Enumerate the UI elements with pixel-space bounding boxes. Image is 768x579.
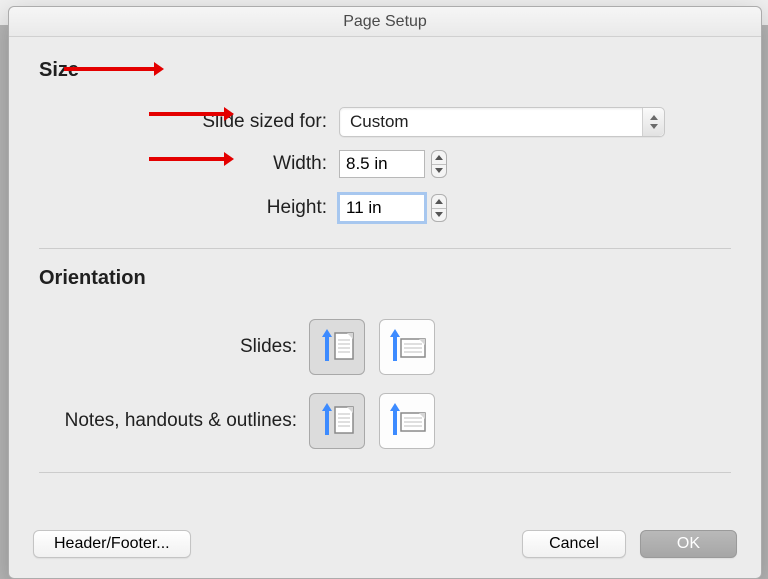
slide-sized-select[interactable]: Custom bbox=[339, 107, 665, 137]
height-stepper[interactable] bbox=[431, 194, 447, 222]
slide-sized-label: Slide sized for: bbox=[39, 111, 339, 133]
height-row: Height: bbox=[39, 186, 731, 230]
cancel-button[interactable]: Cancel bbox=[522, 530, 626, 558]
height-label: Height: bbox=[39, 197, 339, 219]
slides-orientation-label: Slides: bbox=[39, 336, 309, 358]
chevron-down-icon[interactable] bbox=[432, 209, 446, 222]
ok-button[interactable]: OK bbox=[640, 530, 737, 558]
chevron-down-icon[interactable] bbox=[432, 165, 446, 178]
chevron-up-icon[interactable] bbox=[432, 151, 446, 165]
notes-orientation-label: Notes, handouts & outlines: bbox=[39, 410, 309, 432]
dialog-footer: Header/Footer... Cancel OK bbox=[9, 512, 761, 578]
notes-landscape-button[interactable] bbox=[379, 393, 435, 449]
slides-orientation-row: Slides: bbox=[39, 310, 731, 384]
slides-portrait-button[interactable] bbox=[309, 319, 365, 375]
height-input[interactable] bbox=[339, 194, 425, 222]
width-label: Width: bbox=[39, 153, 339, 175]
width-input[interactable] bbox=[339, 150, 425, 178]
header-footer-button[interactable]: Header/Footer... bbox=[33, 530, 191, 558]
page-setup-dialog: Page Setup Size Slide sized for: Custom bbox=[8, 6, 762, 579]
dialog-content: Size Slide sized for: Custom Width: bbox=[9, 37, 761, 512]
size-section-title: Size bbox=[39, 59, 731, 82]
slide-sized-value: Custom bbox=[340, 112, 642, 132]
width-stepper[interactable] bbox=[431, 150, 447, 178]
section-divider-2 bbox=[39, 472, 731, 473]
chevron-up-icon[interactable] bbox=[432, 195, 446, 209]
slides-landscape-button[interactable] bbox=[379, 319, 435, 375]
dialog-titlebar: Page Setup bbox=[9, 7, 761, 37]
dialog-title: Page Setup bbox=[343, 13, 427, 30]
orientation-section-title: Orientation bbox=[39, 267, 731, 290]
section-divider bbox=[39, 248, 731, 249]
notes-portrait-button[interactable] bbox=[309, 393, 365, 449]
chevron-updown-icon bbox=[642, 108, 664, 136]
notes-orientation-row: Notes, handouts & outlines: bbox=[39, 384, 731, 458]
slide-sized-row: Slide sized for: Custom bbox=[39, 102, 731, 142]
width-row: Width: bbox=[39, 142, 731, 186]
